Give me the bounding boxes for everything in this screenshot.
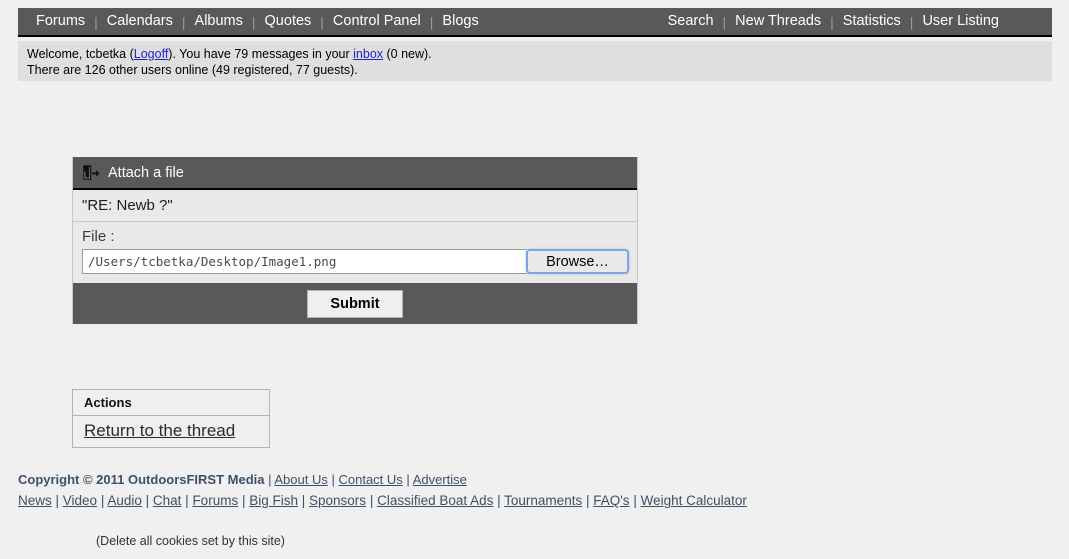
attach-file-icon [83,165,100,180]
file-input-row: /Users/tcbetka/Desktop/Image1.png Browse… [82,249,629,274]
attach-file-panel-title: Attach a file [108,164,184,181]
welcome-banner: Welcome, tcbetka (Logoff). You have 79 m… [18,41,1052,81]
nav-item-control-panel[interactable]: Control Panel [324,14,430,29]
submit-button[interactable]: Submit [307,289,403,318]
footer-link-forums[interactable]: Forums [192,493,238,508]
footer-link-classified-boat-ads[interactable]: Classified Boat Ads [377,493,493,508]
nav-item-calendars[interactable]: Calendars [98,14,182,29]
file-path-input[interactable]: /Users/tcbetka/Desktop/Image1.png [82,249,527,274]
logoff-link[interactable]: Logoff [134,47,169,61]
nav-item-forums[interactable]: Forums [27,14,94,29]
nav-item-statistics[interactable]: Statistics [834,14,910,29]
attach-file-panel-header: Attach a file [73,157,637,190]
footer-separator: | [493,493,505,508]
footer-link-chat[interactable]: Chat [153,493,182,508]
welcome-middle-text: ). You have 79 messages in your [168,47,354,61]
footer-separator: | [264,472,275,487]
footer-link-sponsors[interactable]: Sponsors [309,493,366,508]
footer-separator: | [582,493,594,508]
inbox-link[interactable]: inbox [353,47,383,61]
main-navigation-bar: Forums | Calendars | Albums | Quotes | Control P… [18,8,1052,37]
browse-button[interactable]: Browse… [526,249,629,274]
nav-left-group: Forums | Calendars | Albums | Quotes | Control P… [27,14,488,29]
footer-link-advertise[interactable]: Advertise [413,472,467,487]
footer-link-news[interactable]: News [18,493,52,508]
footer-separator: | [402,472,413,487]
nav-item-blogs[interactable]: Blogs [433,14,487,29]
footer-separator: | [327,472,339,487]
footer-separator: | [97,493,108,508]
attach-file-panel-body: File : /Users/tcbetka/Desktop/Image1.png… [73,222,637,283]
welcome-line-1: Welcome, tcbetka (Logoff). You have 79 m… [27,46,1052,62]
footer-link-faq-s[interactable]: FAQ's [593,493,629,508]
footer-link-big-fish[interactable]: Big Fish [249,493,298,508]
footer-separator: | [181,493,193,508]
welcome-prefix-text: Welcome, tcbetka ( [27,47,134,61]
footer-links-row: News | Video | Audio | Chat | Forums | B… [18,493,747,508]
footer-separator: | [298,493,310,508]
attach-file-panel-footer: Submit [73,283,637,324]
nav-item-user-listing[interactable]: User Listing [913,14,1008,29]
footer-link-audio[interactable]: Audio [107,493,142,508]
footer-separator: | [366,493,378,508]
attach-file-panel: Attach a file "RE: Newb ?" File : /Users… [72,157,638,324]
footer-separator: | [51,493,63,508]
nav-item-new-threads[interactable]: New Threads [726,14,830,29]
actions-box-title: Actions [73,390,269,416]
file-field-label: File : [82,228,115,245]
welcome-suffix-text: (0 new). [383,47,432,61]
nav-item-albums[interactable]: Albums [186,14,252,29]
footer-separator: | [238,493,250,508]
welcome-line-2: There are 126 other users online (49 reg… [27,63,358,77]
footer-copyright-row: Copyright © 2011 OutdoorsFIRST Media | A… [18,472,467,487]
delete-cookies-note: (Delete all cookies set by this site) [96,534,285,548]
nav-right-group: Search | New Threads | Statistics | User Listi… [659,14,1008,29]
nav-item-quotes[interactable]: Quotes [256,14,321,29]
footer-separator: | [141,493,153,508]
nav-item-search[interactable]: Search [659,14,723,29]
footer-separator: | [629,493,641,508]
footer-link-about-us[interactable]: About Us [274,472,327,487]
page-root: Forums | Calendars | Albums | Quotes | Control P… [0,0,1069,559]
footer-link-tournaments[interactable]: Tournaments [504,493,582,508]
thread-subject: "RE: Newb ?" [73,190,637,222]
copyright-text: Copyright © 2011 OutdoorsFIRST Media [18,472,265,487]
footer-link-contact-us[interactable]: Contact Us [338,472,402,487]
footer-link-video[interactable]: Video [63,493,97,508]
actions-box: Actions Return to the thread [72,389,270,448]
return-to-thread-link[interactable]: Return to the thread [73,416,269,447]
footer-link-weight-calculator[interactable]: Weight Calculator [641,493,747,508]
